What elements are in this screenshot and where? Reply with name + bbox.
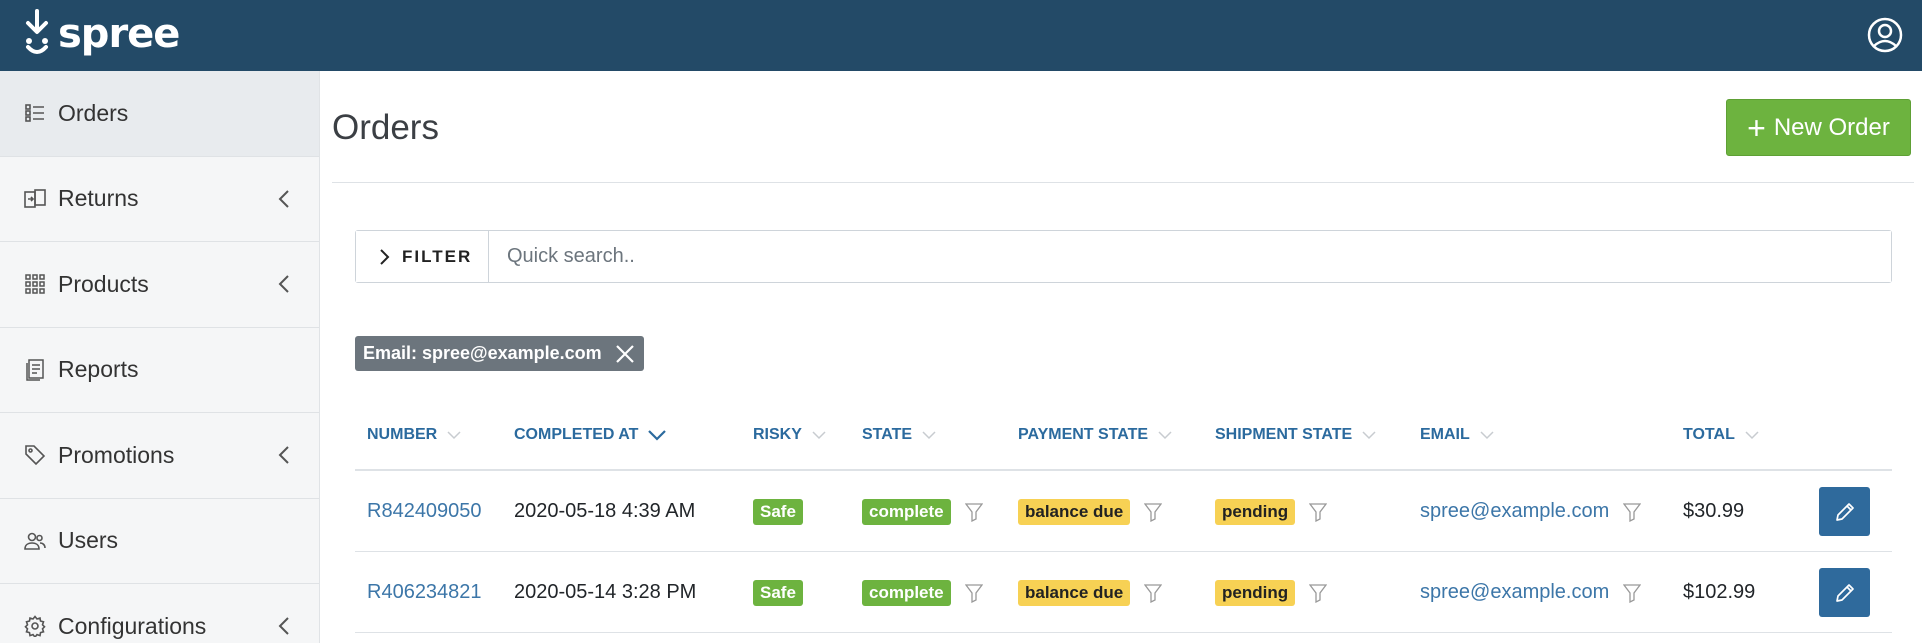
risky-badge: Safe [753, 498, 803, 525]
payment-state-badge: balance due [1018, 498, 1131, 525]
column-header-completed-at[interactable]: COMPLETED AT [514, 426, 667, 444]
sidebar-item-users[interactable]: Users [0, 499, 319, 584]
brand-name: spree [58, 11, 180, 57]
order-number-link[interactable]: R406234821 [367, 581, 482, 604]
sort-icon [1158, 431, 1172, 440]
order-total: $102.99 [1683, 581, 1756, 603]
new-order-button[interactable]: + New Order [1726, 99, 1911, 156]
completed-at: 2020-05-14 3:28 PM [514, 581, 697, 603]
sidebar-item-promotions[interactable]: Promotions [0, 413, 319, 499]
page-title: Orders [332, 108, 439, 147]
filter-icon[interactable] [964, 583, 983, 603]
quick-search-input[interactable] [489, 231, 1891, 282]
filter-icon[interactable] [1309, 583, 1328, 603]
table-row: R842409050 2020-05-18 4:39 AM Safe compl… [355, 471, 1892, 552]
sidebar-item-label: Promotions [58, 441, 175, 468]
chevron-left-icon [278, 190, 289, 208]
order-number-link[interactable]: R842409050 [367, 500, 482, 523]
filter-label: FILTER [402, 246, 473, 266]
sort-desc-icon [648, 430, 667, 441]
sidebar-item-products[interactable]: Products [0, 242, 319, 328]
filter-bar: FILTER [355, 230, 1892, 283]
sort-icon [1745, 431, 1759, 440]
active-filter-label: Email: spree@example.com [363, 343, 602, 363]
sidebar-item-label: Products [58, 270, 149, 297]
list-icon [24, 102, 46, 124]
pencil-icon [1835, 583, 1854, 602]
filter-icon[interactable] [1144, 583, 1163, 603]
report-icon [24, 359, 46, 381]
payment-state-badge: balance due [1018, 579, 1131, 606]
edit-button[interactable] [1819, 568, 1870, 617]
sidebar: Orders Returns Products Reports Promotio… [0, 71, 320, 643]
pencil-icon [1835, 502, 1854, 521]
sidebar-item-label: Returns [58, 185, 139, 212]
chevron-left-icon [278, 617, 289, 635]
grid-icon [24, 273, 46, 295]
returns-icon [24, 188, 46, 210]
column-header-state[interactable]: STATE [862, 426, 936, 444]
filter-icon[interactable] [1309, 502, 1328, 522]
column-header-payment-state[interactable]: PAYMENT STATE [1018, 426, 1172, 444]
sidebar-item-orders[interactable]: Orders [0, 71, 319, 157]
tag-icon [24, 444, 46, 466]
completed-at: 2020-05-18 4:39 AM [514, 500, 696, 522]
divider [332, 182, 1914, 183]
sidebar-item-configurations[interactable]: Configurations [0, 584, 319, 643]
new-order-label: New Order [1773, 113, 1890, 141]
sort-icon [447, 431, 461, 440]
column-header-email[interactable]: EMAIL [1420, 426, 1494, 444]
order-total: $30.99 [1683, 500, 1745, 522]
sort-icon [1362, 431, 1376, 440]
shipment-state-badge: pending [1215, 498, 1296, 525]
top-navbar: spree [0, 0, 1922, 71]
email-link[interactable]: spree@example.com [1420, 500, 1609, 523]
filter-icon[interactable] [1623, 583, 1642, 603]
sidebar-item-label: Configurations [58, 612, 207, 639]
plus-icon: + [1747, 109, 1766, 146]
risky-badge: Safe [753, 579, 803, 606]
state-badge: complete [862, 498, 951, 525]
column-header-risky[interactable]: RISKY [753, 426, 826, 444]
sort-icon [1480, 431, 1494, 440]
sort-icon [812, 431, 826, 440]
active-filter-chip: Email: spree@example.com [355, 336, 644, 371]
sidebar-item-reports[interactable]: Reports [0, 328, 319, 413]
sidebar-item-returns[interactable]: Returns [0, 157, 319, 242]
state-badge: complete [862, 579, 951, 606]
column-header-shipment-state[interactable]: SHIPMENT STATE [1215, 426, 1376, 444]
edit-button[interactable] [1819, 487, 1870, 536]
column-header-total[interactable]: TOTAL [1683, 426, 1759, 444]
sidebar-item-label: Reports [58, 356, 139, 383]
chevron-left-icon [278, 446, 289, 464]
column-header-number[interactable]: NUMBER [367, 426, 461, 444]
spree-logo[interactable]: spree [22, 8, 180, 60]
filter-icon[interactable] [1144, 502, 1163, 522]
chevron-left-icon [278, 275, 289, 293]
sidebar-item-label: Users [58, 527, 119, 554]
users-icon [24, 530, 46, 552]
sidebar-item-label: Orders [58, 99, 129, 126]
filter-icon[interactable] [964, 502, 983, 522]
orders-table: NUMBER COMPLETED AT RISKY STATE PAYMENT … [355, 406, 1892, 633]
shipment-state-badge: pending [1215, 579, 1296, 606]
table-header: NUMBER COMPLETED AT RISKY STATE PAYMENT … [355, 406, 1892, 471]
filter-toggle-button[interactable]: FILTER [356, 231, 489, 282]
table-row: R406234821 2020-05-14 3:28 PM Safe compl… [355, 552, 1892, 633]
chevron-right-icon [380, 248, 390, 265]
sort-icon [922, 431, 936, 440]
user-circle-icon[interactable] [1866, 16, 1904, 54]
email-link[interactable]: spree@example.com [1420, 581, 1609, 604]
spree-logo-icon [26, 9, 48, 54]
filter-icon[interactable] [1623, 502, 1642, 522]
close-icon[interactable] [614, 343, 636, 365]
gear-icon [24, 615, 46, 638]
